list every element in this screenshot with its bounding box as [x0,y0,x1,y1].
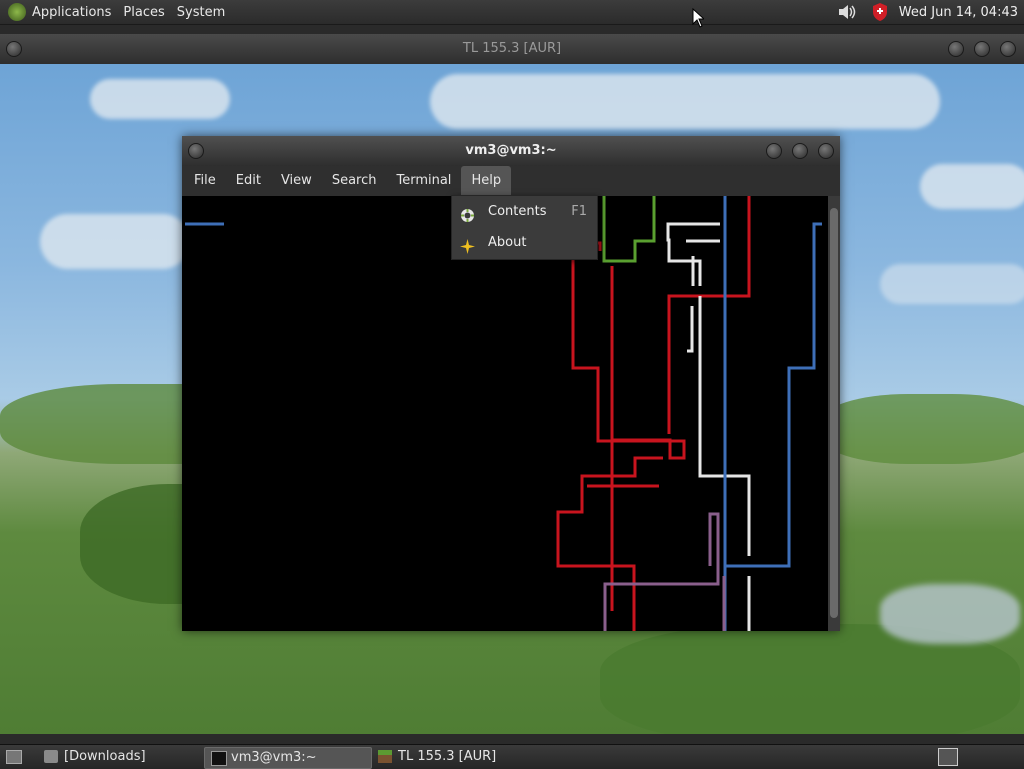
menu-edit[interactable]: Edit [226,166,271,196]
show-desktop-icon[interactable] [6,750,22,764]
task-terminal[interactable]: vm3@vm3:~ [204,747,372,769]
game-window-titlebar[interactable]: TL 155.3 [AUR] [0,34,1024,64]
gnome-foot-icon[interactable] [8,3,26,21]
terminal-scrollbar-thumb[interactable] [830,208,838,618]
volume-icon[interactable] [837,3,857,21]
window-menu-button[interactable] [6,41,22,57]
system-menu[interactable]: System [171,0,231,24]
shield-icon[interactable] [871,2,889,22]
terminal-close-button[interactable] [818,143,834,159]
pipes-screensaver-output [185,196,822,631]
game-window-title: TL 155.3 [AUR] [462,41,562,56]
terminal-menubar: File Edit View Search Terminal Help [182,166,840,196]
terminal-titlebar[interactable]: vm3@vm3:~ [182,136,840,166]
places-menu[interactable]: Places [117,0,170,24]
menu-search[interactable]: Search [322,166,387,196]
menu-terminal[interactable]: Terminal [386,166,461,196]
close-button[interactable] [1000,41,1016,57]
about-star-icon [460,235,475,254]
help-contents-item[interactable]: Contents F1 [452,196,597,227]
task-downloads-label: [Downloads] [64,749,146,764]
task-terminal-label: vm3@vm3:~ [231,750,317,765]
menu-view[interactable]: View [271,166,322,196]
help-about-label: About [488,235,527,250]
task-game-label: TL 155.3 [AUR] [398,749,497,764]
help-contents-icon [460,204,475,222]
grass-block-icon [378,750,392,763]
help-contents-accel: F1 [571,204,587,219]
top-panel: Applications Places System Wed Jun 14, 0… [0,0,1024,25]
task-game[interactable]: TL 155.3 [AUR] [372,747,548,767]
help-about-item[interactable]: About [452,227,597,258]
workspace-switcher[interactable] [938,748,958,766]
menu-file[interactable]: File [184,166,226,196]
task-downloads[interactable]: [Downloads] [38,747,214,767]
minimize-button[interactable] [948,41,964,57]
bottom-panel: [Downloads] vm3@vm3:~ TL 155.3 [AUR] [0,744,1024,769]
terminal-minimize-button[interactable] [766,143,782,159]
clock[interactable]: Wed Jun 14, 04:43 [891,5,1024,20]
menu-help[interactable]: Help [461,166,512,196]
maximize-button[interactable] [974,41,990,57]
help-menu: Contents F1 About [451,195,598,260]
terminal-window-menu-button[interactable] [188,143,204,159]
terminal-output[interactable] [182,196,828,631]
help-contents-label: Contents [488,204,547,219]
mouse-cursor-icon [692,8,704,28]
terminal-icon [211,751,227,766]
terminal-maximize-button[interactable] [792,143,808,159]
terminal-scrollbar[interactable] [828,196,840,631]
applications-menu[interactable]: Applications [26,0,117,24]
terminal-title: vm3@vm3:~ [465,143,557,158]
folder-icon [44,750,58,763]
